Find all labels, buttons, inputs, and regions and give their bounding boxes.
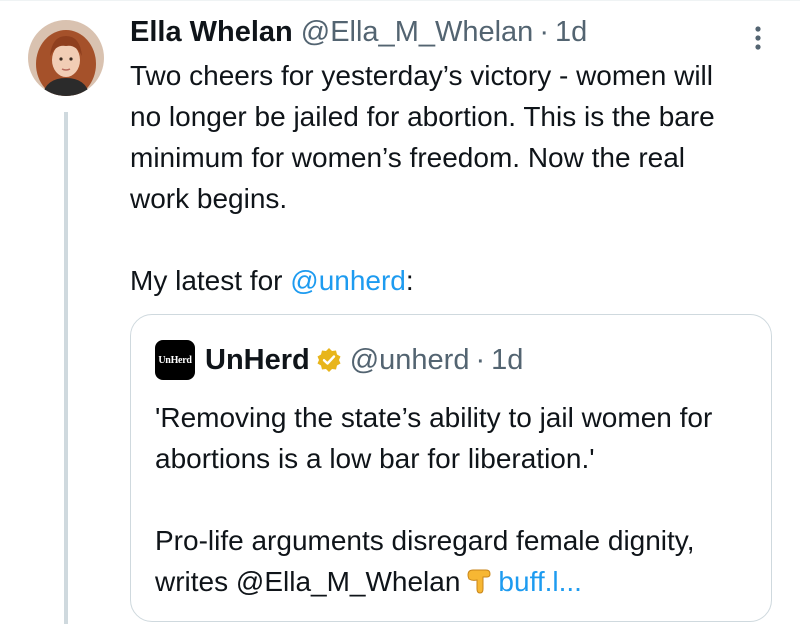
verified-badge-icon <box>317 348 341 372</box>
thread-line <box>64 112 68 624</box>
unherd-logo-icon: UnHerd <box>155 340 195 380</box>
author-handle[interactable]: @Ella_M_Whelan <box>301 12 534 52</box>
quoted-link[interactable]: buff.l... <box>498 566 582 597</box>
quoted-timestamp[interactable]: 1d <box>491 344 523 377</box>
quoted-paragraph-2-text: Pro-life arguments disregard female dign… <box>155 525 695 597</box>
mention-link-unherd[interactable]: @unherd <box>290 265 406 296</box>
tweet-paragraph: Two cheers for yesterday’s victory - wom… <box>130 60 715 214</box>
quoted-paragraph-1: 'Removing the state’s ability to jail wo… <box>155 402 713 474</box>
quoted-tweet-text: 'Removing the state’s ability to jail wo… <box>155 397 755 602</box>
quoted-tweet-header: UnHerd UnHerd @unherd · 1d <box>155 337 523 383</box>
avatar-image <box>28 20 104 96</box>
avatar[interactable] <box>28 20 104 96</box>
tweet-text: Two cheers for yesterday’s victory - wom… <box>130 55 750 301</box>
separator-dot: · <box>539 16 549 48</box>
quoted-author-handle[interactable]: @unherd <box>350 344 470 377</box>
quoted-separator-dot: · <box>475 343 486 376</box>
top-divider <box>0 0 800 1</box>
quoted-author-name[interactable]: UnHerd <box>205 344 310 377</box>
quoted-tweet-card[interactable]: UnHerd UnHerd @unherd · 1d 'Removing the… <box>130 314 772 622</box>
tweet-latest-line: My latest for @unherd: <box>130 260 750 301</box>
latest-prefix: My latest for <box>130 265 291 296</box>
quoted-paragraph-2: Pro-life arguments disregard female dign… <box>155 520 755 602</box>
more-options-icon[interactable] <box>744 18 772 58</box>
pointing-down-hand-icon <box>467 569 491 594</box>
author-name[interactable]: Ella Whelan <box>130 12 293 52</box>
tweet-header: Ella Whelan @Ella_M_Whelan · 1d <box>130 12 587 52</box>
latest-suffix: : <box>405 265 414 296</box>
tweet-timestamp[interactable]: 1d <box>555 12 587 52</box>
